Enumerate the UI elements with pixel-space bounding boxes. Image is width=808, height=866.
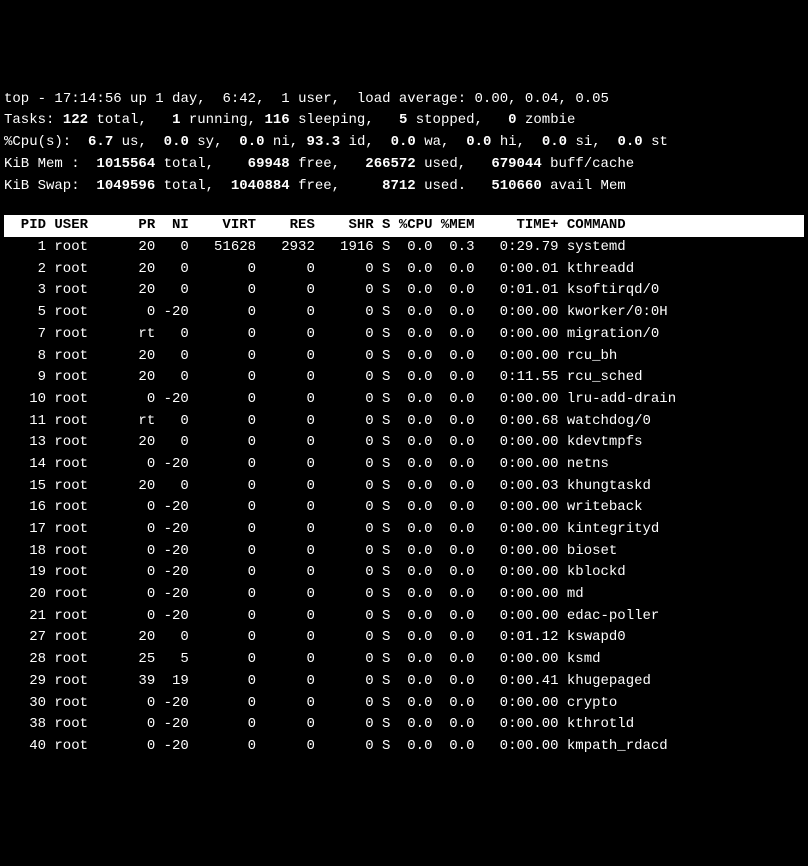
process-list[interactable]: 1 root 20 0 51628 2932 1916 S 0.0 0.3 0:… xyxy=(4,237,804,758)
summary-tasks: Tasks: 122 total, 1 running, 116 sleepin… xyxy=(4,112,575,128)
summary-line1: top - 17:14:56 up 1 day, 6:42, 1 user, l… xyxy=(4,91,609,107)
top-summary: top - 17:14:56 up 1 day, 6:42, 1 user, l… xyxy=(4,89,804,197)
process-row[interactable]: 40 root 0 -20 0 0 0 S 0.0 0.0 0:00.00 km… xyxy=(4,736,804,758)
process-row[interactable]: 27 root 20 0 0 0 0 S 0.0 0.0 0:01.12 ksw… xyxy=(4,627,804,649)
process-row[interactable]: 15 root 20 0 0 0 0 S 0.0 0.0 0:00.03 khu… xyxy=(4,476,804,498)
process-row[interactable]: 30 root 0 -20 0 0 0 S 0.0 0.0 0:00.00 cr… xyxy=(4,693,804,715)
process-row[interactable]: 7 root rt 0 0 0 0 S 0.0 0.0 0:00.00 migr… xyxy=(4,324,804,346)
process-row[interactable]: 11 root rt 0 0 0 0 S 0.0 0.0 0:00.68 wat… xyxy=(4,411,804,433)
process-row[interactable]: 28 root 25 5 0 0 0 S 0.0 0.0 0:00.00 ksm… xyxy=(4,649,804,671)
process-row[interactable]: 10 root 0 -20 0 0 0 S 0.0 0.0 0:00.00 lr… xyxy=(4,389,804,411)
process-row[interactable]: 16 root 0 -20 0 0 0 S 0.0 0.0 0:00.00 wr… xyxy=(4,497,804,519)
process-row[interactable]: 3 root 20 0 0 0 0 S 0.0 0.0 0:01.01 ksof… xyxy=(4,280,804,302)
process-row[interactable]: 19 root 0 -20 0 0 0 S 0.0 0.0 0:00.00 kb… xyxy=(4,562,804,584)
process-row[interactable]: 38 root 0 -20 0 0 0 S 0.0 0.0 0:00.00 kt… xyxy=(4,714,804,736)
process-row[interactable]: 5 root 0 -20 0 0 0 S 0.0 0.0 0:00.00 kwo… xyxy=(4,302,804,324)
process-row[interactable]: 18 root 0 -20 0 0 0 S 0.0 0.0 0:00.00 bi… xyxy=(4,541,804,563)
process-row[interactable]: 20 root 0 -20 0 0 0 S 0.0 0.0 0:00.00 md xyxy=(4,584,804,606)
process-row[interactable]: 29 root 39 19 0 0 0 S 0.0 0.0 0:00.41 kh… xyxy=(4,671,804,693)
process-row[interactable]: 13 root 20 0 0 0 0 S 0.0 0.0 0:00.00 kde… xyxy=(4,432,804,454)
process-header-row[interactable]: PID USER PR NI VIRT RES SHR S %CPU %MEM … xyxy=(4,215,804,237)
summary-cpu: %Cpu(s): 6.7 us, 0.0 sy, 0.0 ni, 93.3 id… xyxy=(4,134,668,150)
process-row[interactable]: 8 root 20 0 0 0 0 S 0.0 0.0 0:00.00 rcu_… xyxy=(4,346,804,368)
summary-mem: KiB Mem : 1015564 total, 69948 free, 266… xyxy=(4,156,634,172)
process-row[interactable]: 21 root 0 -20 0 0 0 S 0.0 0.0 0:00.00 ed… xyxy=(4,606,804,628)
process-row[interactable]: 14 root 0 -20 0 0 0 S 0.0 0.0 0:00.00 ne… xyxy=(4,454,804,476)
process-row[interactable]: 17 root 0 -20 0 0 0 S 0.0 0.0 0:00.00 ki… xyxy=(4,519,804,541)
process-row[interactable]: 1 root 20 0 51628 2932 1916 S 0.0 0.3 0:… xyxy=(4,237,804,259)
summary-swap: KiB Swap: 1049596 total, 1040884 free, 8… xyxy=(4,178,634,194)
process-row[interactable]: 9 root 20 0 0 0 0 S 0.0 0.0 0:11.55 rcu_… xyxy=(4,367,804,389)
process-row[interactable]: 2 root 20 0 0 0 0 S 0.0 0.0 0:00.01 kthr… xyxy=(4,259,804,281)
